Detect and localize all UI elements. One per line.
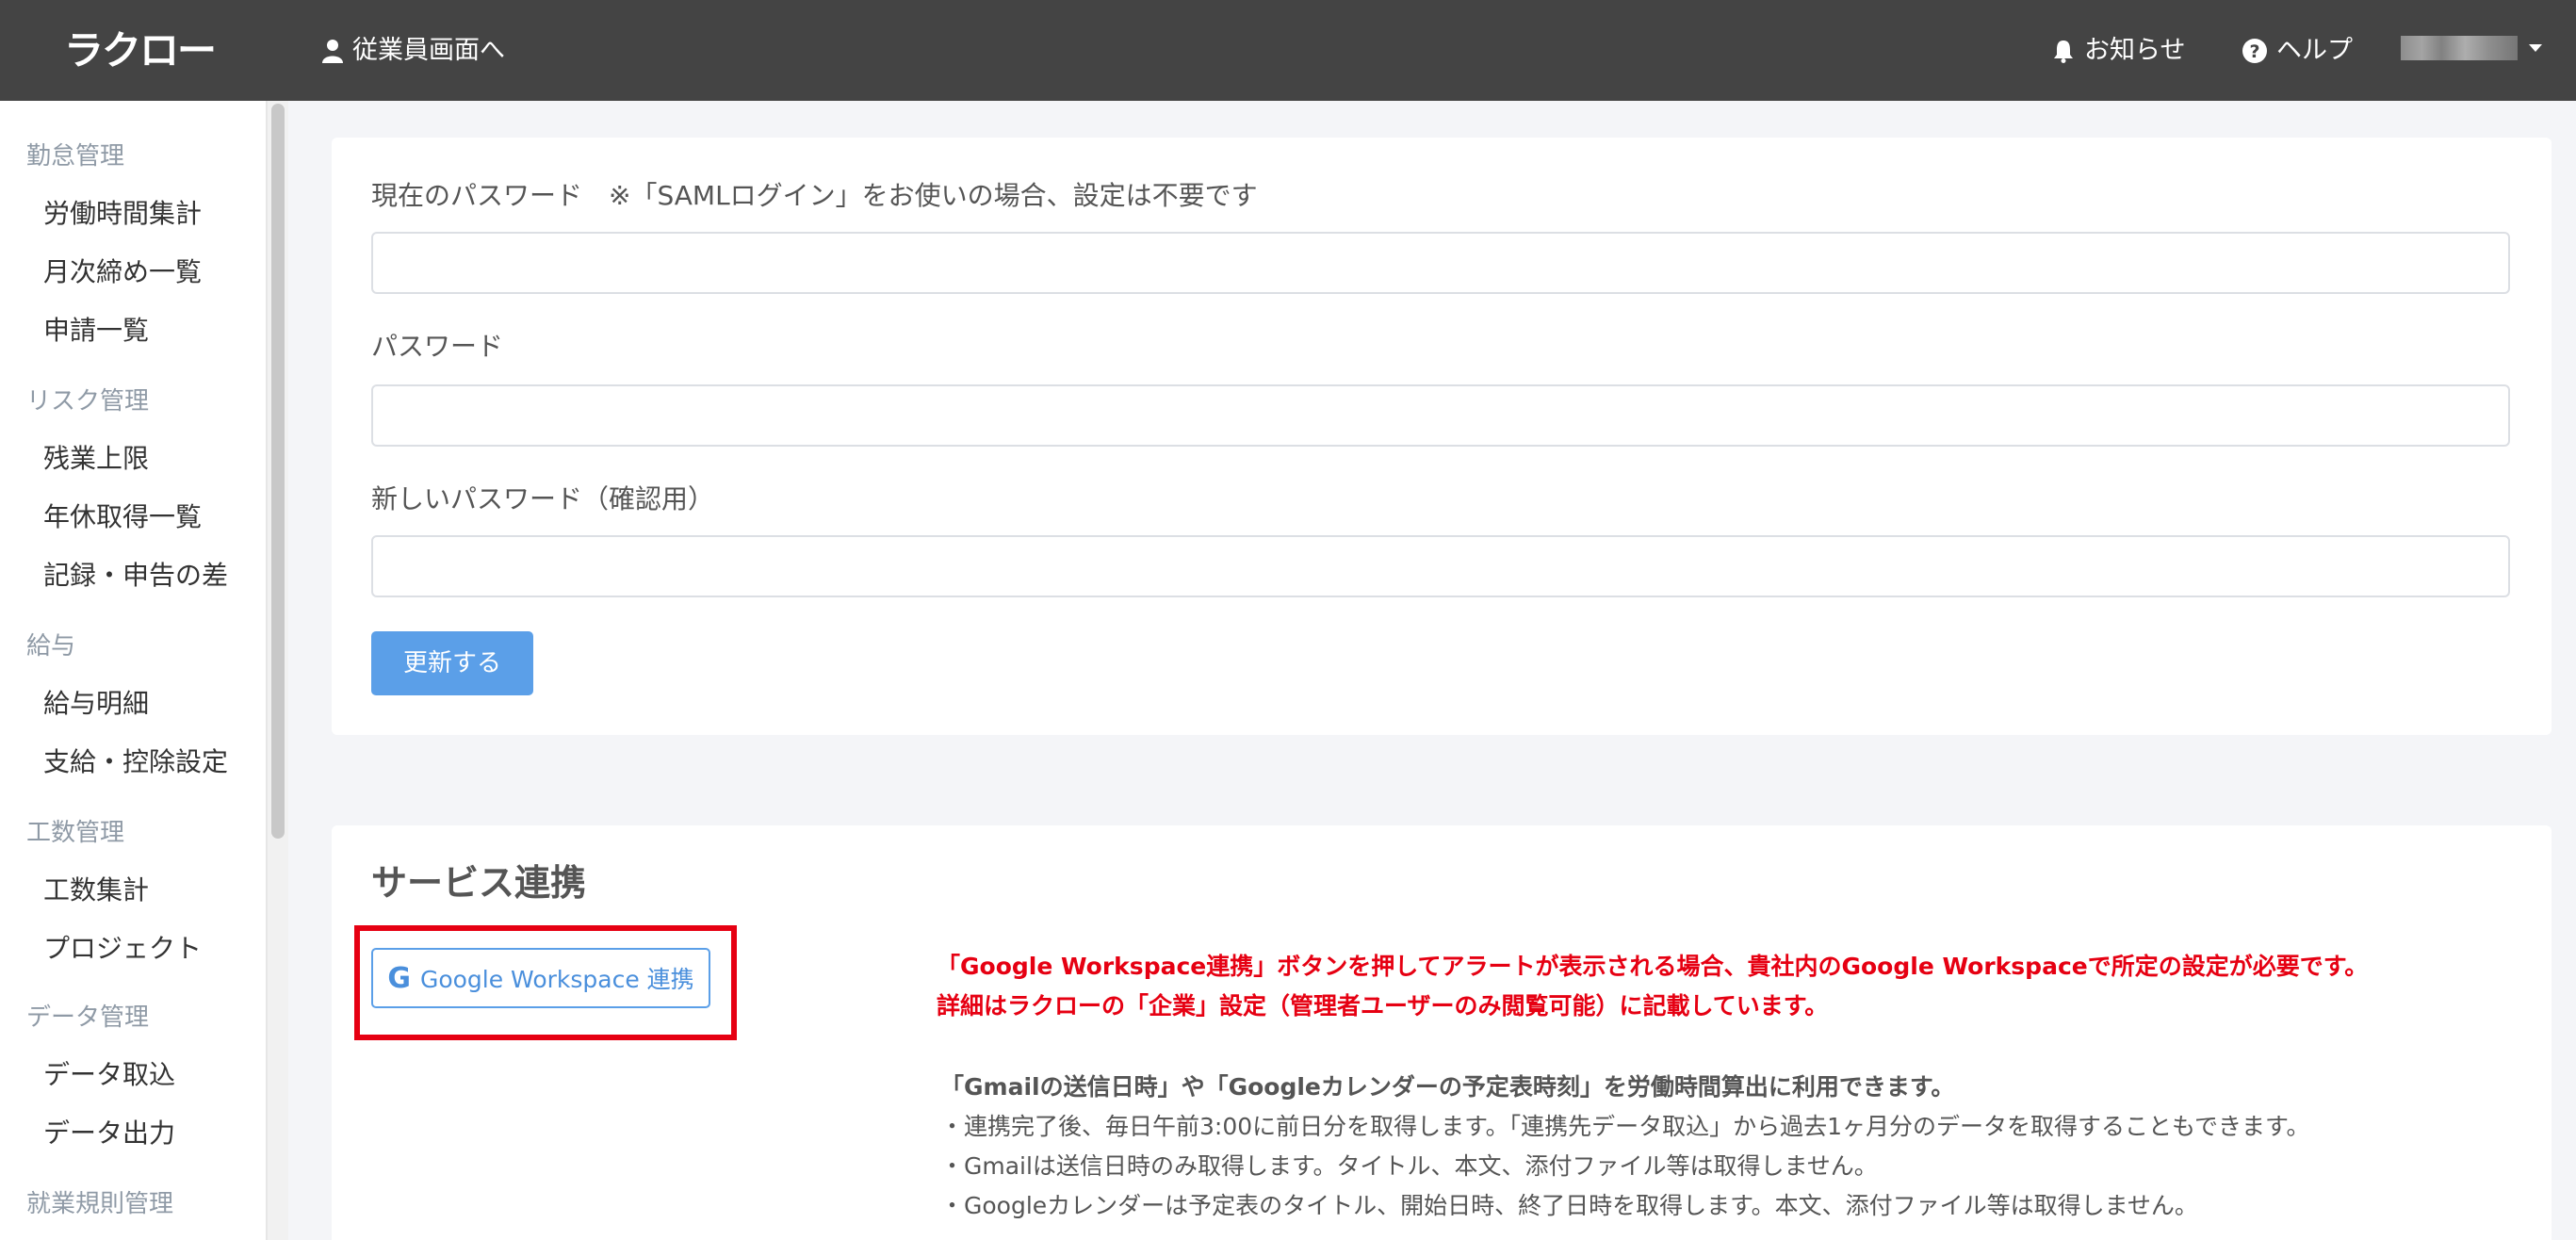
password-input[interactable]	[371, 384, 2510, 447]
user-menu[interactable]	[2401, 34, 2542, 62]
app-logo[interactable]: ラクロー	[64, 24, 224, 77]
confirm-password-input[interactable]	[371, 535, 2510, 597]
sidebar-item-data-import[interactable]: データ取込	[43, 1054, 175, 1092]
help-link[interactable]: ? ヘルプ	[2242, 26, 2353, 75]
sidebar-item-work-hours[interactable]: 労働時間集計	[43, 193, 202, 231]
news-label: お知らせ	[2084, 36, 2186, 65]
sidebar-group-salary: 給与	[26, 632, 76, 661]
user-name-blurred	[2401, 36, 2518, 60]
sidebar-item-manhour-summary[interactable]: 工数集計	[43, 870, 149, 907]
sidebar-scrollbar-thumb[interactable]	[271, 104, 285, 839]
info-line-3: ・Googleカレンダーは予定表のタイトル、開始日時、終了日時を取得します。本文…	[940, 1192, 2198, 1219]
service-integration-title: サービス連携	[371, 862, 587, 904]
sidebar: 勤怠管理 労働時間集計 月次締め一覧 申請一覧 リスク管理 残業上限 年休取得一…	[0, 101, 268, 1240]
sidebar-group-attendance: 勤怠管理	[26, 142, 125, 171]
sidebar-item-pay-deduction[interactable]: 支給・控除設定	[43, 742, 228, 779]
current-password-label: 現在のパスワード ※「SAMLログイン」をお使いの場合、設定は不要です	[371, 180, 1258, 211]
password-label: パスワード	[371, 331, 504, 362]
alert-notice-line2: 詳細はラクローの「企業」設定（管理者ユーザーのみ閲覧可能）に記載しています。	[937, 992, 1829, 1020]
sidebar-item-data-export[interactable]: データ出力	[43, 1113, 175, 1150]
svg-text:?: ?	[2249, 41, 2259, 62]
employee-screen-label: 従業員画面へ	[352, 36, 505, 65]
alert-notice-line1: 「Google Workspace連携」ボタンを押してアラートが表示される場合、…	[937, 953, 2369, 980]
sidebar-group-work-rules: 就業規則管理	[26, 1190, 174, 1218]
bell-icon	[2052, 39, 2075, 63]
confirm-password-label: 新しいパスワード（確認用）	[371, 483, 715, 514]
google-workspace-button[interactable]: G Google Workspace 連携	[371, 948, 710, 1008]
sidebar-item-record-diff[interactable]: 記録・申告の差	[43, 555, 228, 593]
password-card: 現在のパスワード ※「SAMLログイン」をお使いの場合、設定は不要です パスワー…	[332, 138, 2552, 735]
sidebar-item-payslip[interactable]: 給与明細	[43, 683, 149, 721]
info-line-2: ・Gmailは送信日時のみ取得します。タイトル、本文、添付ファイル等は取得しませ…	[940, 1152, 1878, 1180]
sidebar-item-annual-leave[interactable]: 年休取得一覧	[43, 497, 202, 534]
news-link[interactable]: お知らせ	[2052, 26, 2185, 75]
sidebar-group-risk: リスク管理	[26, 387, 150, 416]
service-integration-card: サービス連携 G Google Workspace 連携 「Google Wor…	[332, 825, 2552, 1240]
sidebar-group-data: データ管理	[26, 1003, 150, 1032]
question-circle-icon: ?	[2242, 39, 2267, 63]
top-bar: ラクロー 従業員画面へ お知らせ ? ヘルプ	[0, 0, 2576, 101]
update-button[interactable]: 更新する	[371, 631, 533, 695]
sidebar-item-projects[interactable]: プロジェクト	[43, 928, 202, 966]
info-heading: 「Gmailの送信日時」や「Googleカレンダーの予定表時刻」を労働時間算出に…	[940, 1073, 1955, 1101]
sidebar-item-requests[interactable]: 申請一覧	[43, 310, 149, 348]
info-line-1: ・連携完了後、毎日午前3:00に前日分を取得します。「連携先データ取込」から過去…	[940, 1113, 2310, 1140]
current-password-input[interactable]	[371, 232, 2510, 294]
employee-screen-link[interactable]: 従業員画面へ	[322, 26, 505, 75]
sidebar-item-monthly-close[interactable]: 月次締め一覧	[43, 252, 202, 289]
user-icon	[322, 39, 343, 63]
help-label: ヘルプ	[2276, 36, 2353, 65]
chevron-down-icon	[2529, 44, 2542, 52]
sidebar-group-manhours: 工数管理	[26, 819, 125, 847]
sidebar-item-overtime-limit[interactable]: 残業上限	[43, 438, 149, 476]
google-g-icon: G	[387, 961, 411, 995]
google-workspace-button-label: Google Workspace 連携	[419, 966, 694, 993]
